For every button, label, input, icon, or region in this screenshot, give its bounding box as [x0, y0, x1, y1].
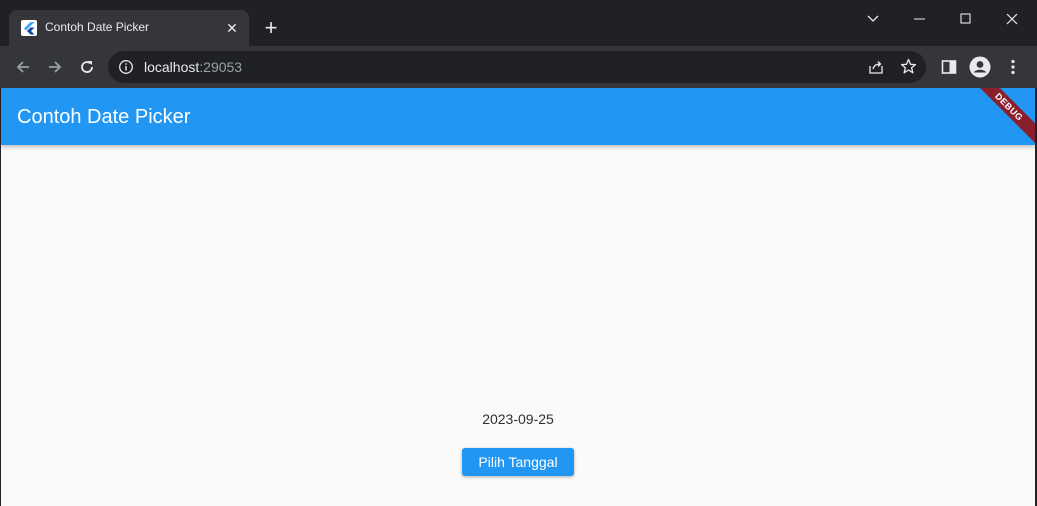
minimize-icon[interactable] — [897, 6, 943, 32]
app-bar: Contoh Date Picker — [1, 88, 1035, 145]
page-title: Contoh Date Picker — [17, 106, 191, 128]
share-icon[interactable] — [868, 59, 884, 80]
pick-date-button[interactable]: Pilih Tanggal — [462, 448, 574, 476]
tab-title: Contoh Date Picker — [45, 20, 150, 34]
tab-close-icon[interactable]: ✕ — [223, 19, 241, 37]
browser-tabstrip: Contoh Date Picker ✕ + — [0, 0, 1037, 46]
window-close-icon[interactable] — [989, 6, 1035, 32]
new-tab-button[interactable]: + — [260, 17, 282, 39]
browser-toolbar: localhost:29053 — [0, 46, 1037, 88]
menu-icon[interactable] — [1002, 56, 1024, 78]
bookmark-star-icon[interactable] — [900, 58, 917, 80]
side-panel-icon[interactable] — [938, 56, 960, 78]
maximize-icon[interactable] — [943, 6, 989, 32]
tab-search-icon[interactable] — [850, 6, 896, 32]
back-icon[interactable] — [12, 56, 34, 78]
url-text: localhost:29053 — [144, 59, 242, 75]
profile-icon[interactable] — [969, 56, 991, 78]
forward-icon[interactable] — [44, 56, 66, 78]
site-info-icon[interactable] — [118, 59, 134, 80]
url-port: :29053 — [199, 59, 243, 75]
selected-date-text: 2023-09-25 — [482, 411, 554, 427]
browser-tab[interactable]: Contoh Date Picker ✕ — [9, 10, 249, 46]
reload-icon[interactable] — [76, 56, 98, 78]
address-bar[interactable]: localhost:29053 — [108, 51, 926, 83]
url-host: localhost — [144, 59, 200, 75]
flutter-logo-icon — [21, 20, 37, 36]
app-viewport: Contoh Date Picker DEBUG 2023-09-25 Pili… — [1, 88, 1035, 506]
